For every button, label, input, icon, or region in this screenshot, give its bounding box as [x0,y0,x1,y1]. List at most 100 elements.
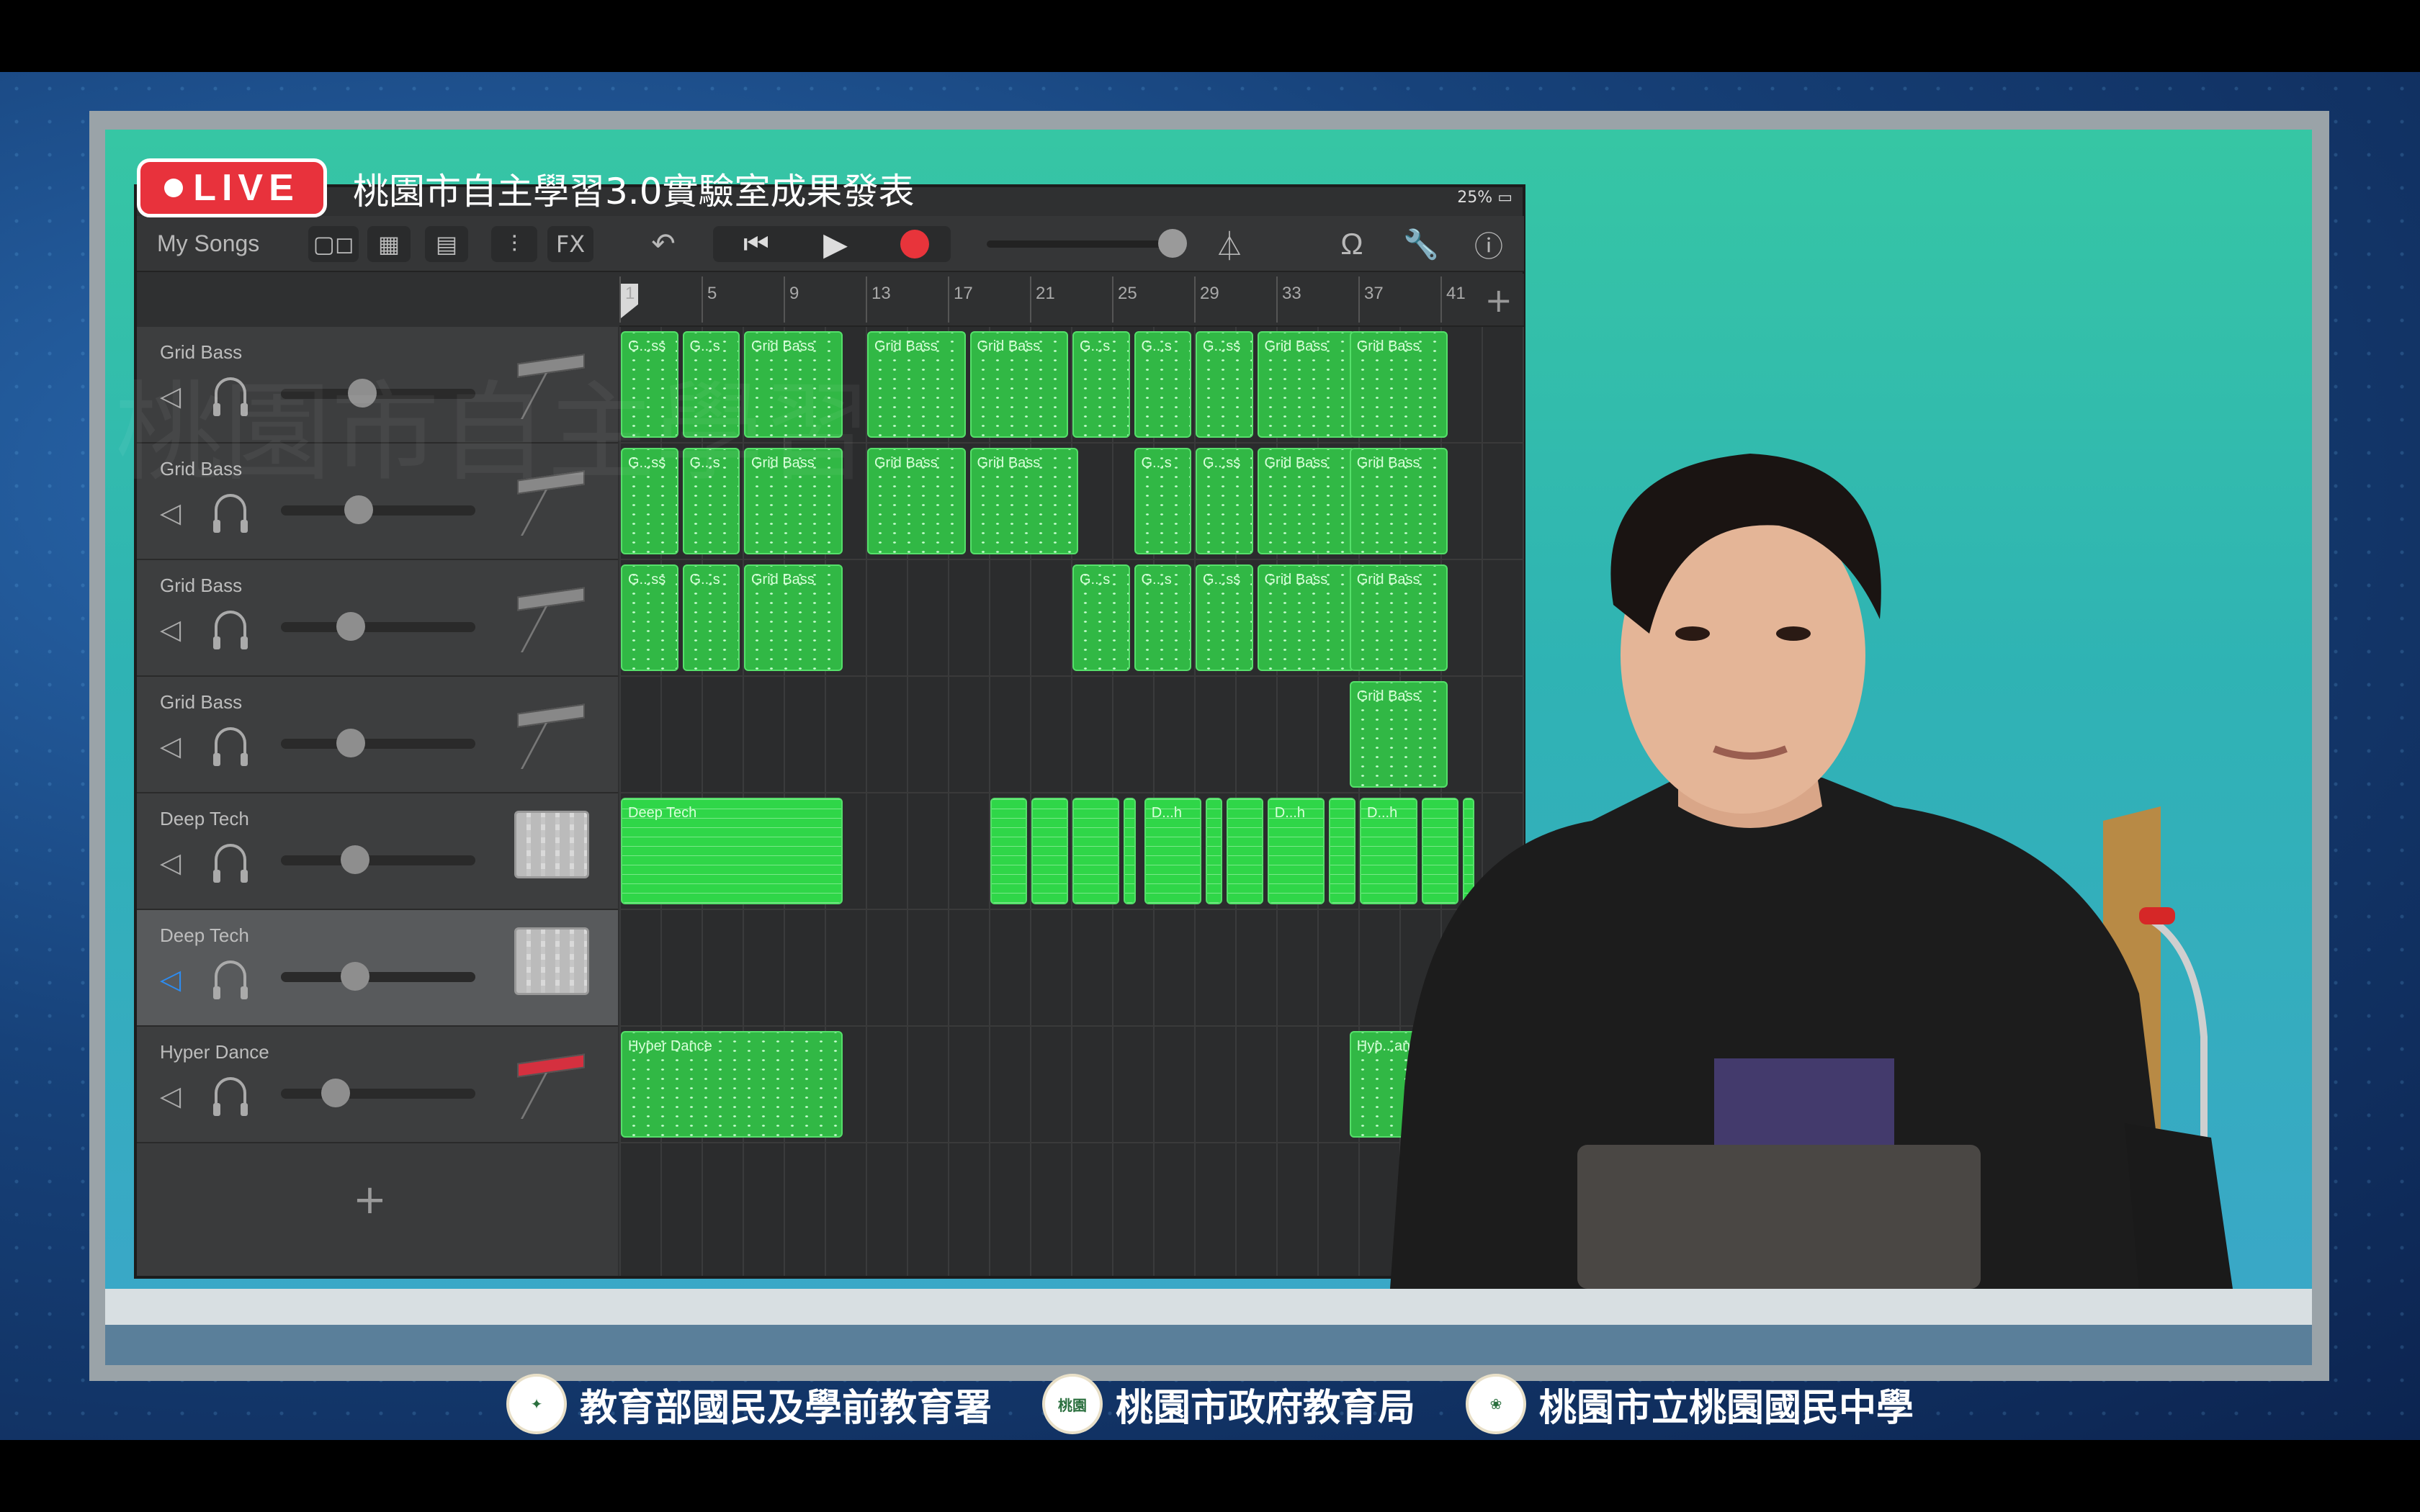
audio-region[interactable]: G...s [682,448,740,554]
add-track-icon[interactable]: + [353,1176,387,1223]
audio-region[interactable]: G...ss [1196,564,1253,671]
audio-region[interactable]: G...s [1072,331,1130,438]
metronome-icon[interactable]: ⏃ [1210,225,1249,264]
tracks-view-icon[interactable]: ▦ [367,226,411,262]
track-volume-knob[interactable] [321,1079,350,1107]
grid-view-icon[interactable]: ▤ [425,226,468,262]
audio-region[interactable]: G...s [1134,448,1191,554]
audio-region[interactable] [1329,798,1355,904]
audio-region[interactable]: Grid Bass [744,448,843,554]
audio-region[interactable]: G...ss [621,448,678,554]
audio-region[interactable]: Grid Bass [969,448,1079,554]
audio-region[interactable]: G...s [1134,331,1191,438]
audio-region[interactable]: D...h [1267,798,1325,904]
audio-region[interactable] [1206,798,1222,904]
track-volume-slider[interactable] [281,972,475,982]
audio-region[interactable] [1226,798,1263,904]
solo-headphones-icon[interactable] [213,1077,248,1116]
keyboard-icon[interactable] [511,458,591,537]
audio-region[interactable]: Deep Tech [621,798,843,904]
audio-region[interactable]: G...ss [621,564,678,671]
solo-headphones-icon[interactable] [213,960,248,999]
ipad-status-bar: 25% ▭ [1224,189,1512,215]
drum-machine-icon[interactable] [511,924,591,1004]
audio-region[interactable]: Grid Bass [867,331,966,438]
rewind-icon[interactable]: ⏮ [727,226,785,262]
audio-region[interactable] [990,798,1027,904]
audio-region[interactable]: G...ss [1196,448,1253,554]
audio-region[interactable] [1124,798,1137,904]
track-header[interactable]: Deep Tech ◁ [137,793,618,910]
track-header[interactable]: Grid Bass ◁ [137,677,618,793]
audio-region[interactable]: Grid Bass [744,564,843,671]
mute-icon[interactable]: ◁ [160,847,181,878]
track-volume-knob[interactable] [348,379,377,408]
fx-button[interactable]: FX [547,226,593,262]
record-button[interactable] [886,225,944,264]
mute-icon[interactable]: ◁ [160,730,181,762]
track-volume-knob[interactable] [340,962,369,991]
track-volume-slider[interactable] [281,855,475,865]
loop-icon[interactable]: Ω [1332,225,1371,264]
track-volume-knob[interactable] [336,729,366,757]
audio-region[interactable]: G...ss [1196,331,1253,438]
audio-region[interactable]: G...s [682,331,740,438]
track-volume-slider[interactable] [281,1089,475,1099]
audio-region[interactable] [1031,798,1068,904]
audio-region[interactable] [1072,798,1120,904]
mute-icon[interactable]: ◁ [160,1080,181,1112]
help-icon[interactable]: ⓘ [1469,225,1508,264]
ruler-bar-label: 1 [625,284,635,303]
track-header[interactable]: Grid Bass ◁ [137,444,618,560]
track-volume-knob[interactable] [336,612,366,641]
track-header[interactable]: Grid Bass ◁ [137,560,618,677]
track-volume-knob[interactable] [344,495,373,524]
view-toggle-icon[interactable]: ▢◻ [308,226,359,262]
mixer-icon[interactable]: ⫶ [491,226,537,262]
track-header[interactable]: Grid Bass ◁ [137,327,618,444]
track-header[interactable]: Deep Tech ◁ [137,910,618,1027]
settings-wrench-icon[interactable]: 🔧 [1402,225,1440,264]
track-volume-slider[interactable] [281,739,475,749]
mute-icon[interactable]: ◁ [160,380,181,412]
audio-region[interactable]: G...s [682,564,740,671]
keyboard-icon[interactable] [511,1041,591,1120]
audio-region[interactable]: G...ss [621,331,678,438]
audio-region[interactable]: Grid Bass [1257,564,1355,671]
track-volume-slider[interactable] [281,389,475,399]
solo-headphones-icon[interactable] [213,377,248,416]
audio-region[interactable]: Grid Bass [1257,448,1355,554]
add-section-icon[interactable]: + [1484,281,1512,320]
mute-icon[interactable]: ◁ [160,497,181,528]
my-songs-button[interactable]: My Songs [157,228,259,259]
master-volume-track[interactable] [987,240,1174,248]
track-header[interactable]: Hyper Dance ◁ [137,1027,618,1143]
mute-icon[interactable]: ◁ [160,963,181,995]
mute-icon[interactable]: ◁ [160,613,181,645]
solo-headphones-icon[interactable] [213,494,248,533]
audio-region[interactable]: G...s [1134,564,1191,671]
track-volume-slider[interactable] [281,505,475,516]
drum-machine-icon[interactable] [511,808,591,887]
track-volume-knob[interactable] [340,845,369,874]
undo-icon[interactable]: ↶ [645,226,681,262]
audio-region[interactable]: Grid Bass [744,331,843,438]
timeline-ruler[interactable]: 1 5 9 13 17 21 25 29 33 37 41 + [619,274,1524,327]
audio-region[interactable]: D...h [1144,798,1202,904]
solo-headphones-icon[interactable] [213,844,248,883]
region-label: G...ss [1203,338,1241,354]
keyboard-icon[interactable] [511,341,591,420]
play-icon[interactable]: ▶ [807,226,864,262]
audio-region[interactable]: Grid Bass [969,331,1068,438]
audio-region[interactable]: Grid Bass [867,448,966,554]
solo-headphones-icon[interactable] [213,727,248,766]
master-volume-knob[interactable] [1158,229,1187,258]
audio-region[interactable]: G...s [1072,564,1130,671]
track-volume-slider[interactable] [281,622,475,632]
keyboard-icon[interactable] [511,691,591,770]
audio-region[interactable]: Hyper Dance [621,1031,843,1138]
audio-region[interactable]: Grid Bass [1257,331,1355,438]
keyboard-icon[interactable] [511,575,591,654]
solo-headphones-icon[interactable] [213,611,248,649]
track-name: Grid Bass [160,575,243,596]
